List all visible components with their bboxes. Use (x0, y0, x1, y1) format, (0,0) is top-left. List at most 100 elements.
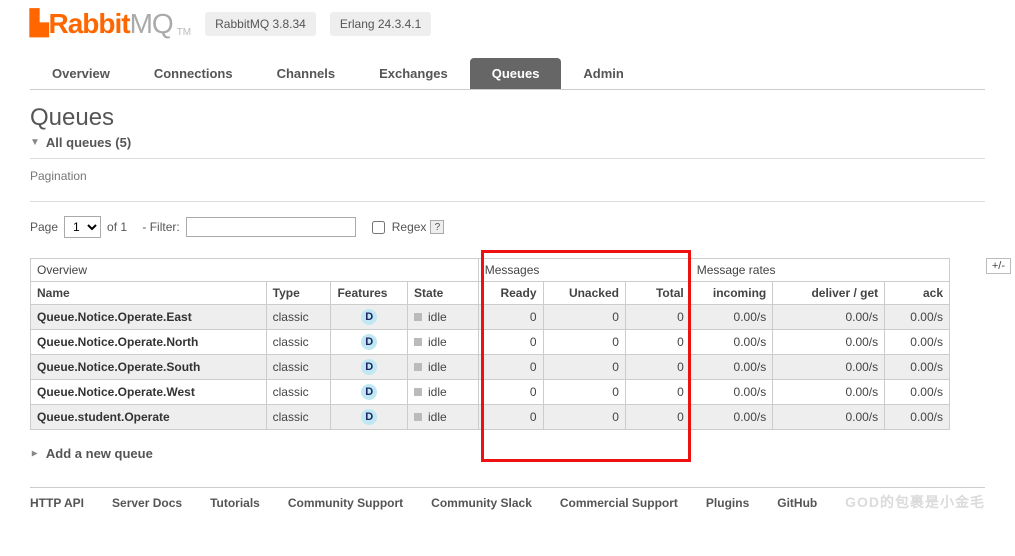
tab-exchanges[interactable]: Exchanges (357, 58, 470, 89)
logo-icon: ▙ (30, 9, 48, 38)
cell-features: D (331, 405, 408, 430)
trademark: TM (177, 27, 191, 38)
table-row: Queue.Notice.Operate.NorthclassicDidle00… (31, 330, 950, 355)
cell-unacked: 0 (543, 305, 625, 330)
cell-name: Queue.Notice.Operate.North (31, 330, 267, 355)
footer-tutorials[interactable]: Tutorials (210, 496, 260, 510)
col-type[interactable]: Type (266, 282, 331, 305)
cell-features: D (331, 380, 408, 405)
regex-checkbox[interactable] (372, 221, 385, 234)
cell-type: classic (266, 355, 331, 380)
logo-text: RabbitMQ (48, 8, 172, 40)
footer-http-api[interactable]: HTTP API (30, 496, 84, 510)
tab-channels[interactable]: Channels (255, 58, 358, 89)
pager-row: Page 1 of 1 - Filter: Regex ? (30, 202, 985, 258)
footer-server-docs[interactable]: Server Docs (112, 496, 182, 510)
cell-ready: 0 (478, 355, 543, 380)
cell-state: idle (408, 405, 479, 430)
table-row: Queue.Notice.Operate.SouthclassicDidle00… (31, 355, 950, 380)
cell-total: 0 (625, 305, 690, 330)
watermark: GOD的包裹是小金毛 (845, 492, 985, 512)
group-rates: Message rates (690, 259, 949, 282)
cell-type: classic (266, 305, 331, 330)
cell-ack: 0.00/s (885, 330, 950, 355)
regex-help-button[interactable]: ? (430, 220, 444, 234)
filter-input[interactable] (186, 217, 356, 237)
cell-unacked: 0 (543, 380, 625, 405)
pagination-label: Pagination (30, 159, 985, 202)
queue-link[interactable]: Queue.Notice.Operate.East (37, 310, 192, 324)
idle-icon (414, 338, 422, 346)
erlang-badge: Erlang 24.3.4.1 (330, 12, 431, 36)
logo[interactable]: ▙ RabbitMQ TM (30, 8, 191, 40)
footer-community-slack[interactable]: Community Slack (431, 496, 532, 510)
cell-unacked: 0 (543, 405, 625, 430)
cell-name: Queue.Notice.Operate.East (31, 305, 267, 330)
cell-ack: 0.00/s (885, 305, 950, 330)
footer-commercial-support[interactable]: Commercial Support (560, 496, 678, 510)
chevron-down-icon: ▼ (30, 137, 40, 148)
tab-queues[interactable]: Queues (470, 58, 562, 89)
cell-name: Queue.Notice.Operate.South (31, 355, 267, 380)
cell-ack: 0.00/s (885, 380, 950, 405)
cell-name: Queue.student.Operate (31, 405, 267, 430)
cell-deliver: 0.00/s (773, 405, 885, 430)
col-features[interactable]: Features (331, 282, 408, 305)
col-total[interactable]: Total (625, 282, 690, 305)
cell-incoming: 0.00/s (690, 405, 772, 430)
col-unacked[interactable]: Unacked (543, 282, 625, 305)
idle-icon (414, 363, 422, 371)
tab-overview[interactable]: Overview (30, 58, 132, 89)
durable-badge: D (361, 334, 377, 350)
cell-total: 0 (625, 355, 690, 380)
cell-state: idle (408, 305, 479, 330)
add-queue-label: Add a new queue (46, 446, 153, 461)
idle-icon (414, 388, 422, 396)
cell-type: classic (266, 330, 331, 355)
col-state[interactable]: State (408, 282, 479, 305)
add-queue-expander[interactable]: ▼ Add a new queue (30, 446, 985, 469)
cell-ready: 0 (478, 305, 543, 330)
queue-link[interactable]: Queue.student.Operate (37, 410, 170, 424)
group-messages: Messages (478, 259, 690, 282)
cell-incoming: 0.00/s (690, 305, 772, 330)
cell-ready: 0 (478, 405, 543, 430)
cell-features: D (331, 330, 408, 355)
cell-incoming: 0.00/s (690, 355, 772, 380)
col-ack[interactable]: ack (885, 282, 950, 305)
queue-table-wrap: +/- Overview Messages Message rates Name… (30, 258, 985, 430)
page-select[interactable]: 1 (64, 216, 101, 238)
footer-community-support[interactable]: Community Support (288, 496, 403, 510)
cell-total: 0 (625, 330, 690, 355)
cell-ready: 0 (478, 380, 543, 405)
col-ready[interactable]: Ready (478, 282, 543, 305)
queue-table: Overview Messages Message rates Name Typ… (30, 258, 950, 430)
tab-connections[interactable]: Connections (132, 58, 255, 89)
filter-label: - Filter: (142, 220, 179, 234)
tab-admin[interactable]: Admin (561, 58, 645, 89)
queue-link[interactable]: Queue.Notice.Operate.South (37, 360, 200, 374)
footer-plugins[interactable]: Plugins (706, 496, 749, 510)
durable-badge: D (361, 309, 377, 325)
cell-ack: 0.00/s (885, 405, 950, 430)
cell-name: Queue.Notice.Operate.West (31, 380, 267, 405)
col-name[interactable]: Name (31, 282, 267, 305)
all-queues-expander[interactable]: ▼ All queues (5) (30, 135, 985, 159)
col-deliver[interactable]: deliver / get (773, 282, 885, 305)
cols-toggle-button[interactable]: +/- (986, 258, 1011, 274)
table-row: Queue.Notice.Operate.EastclassicDidle000… (31, 305, 950, 330)
queue-link[interactable]: Queue.Notice.Operate.West (37, 385, 195, 399)
durable-badge: D (361, 409, 377, 425)
col-incoming[interactable]: incoming (690, 282, 772, 305)
cell-state: idle (408, 355, 479, 380)
cell-ready: 0 (478, 330, 543, 355)
cell-type: classic (266, 405, 331, 430)
chevron-right-icon: ▼ (29, 449, 40, 459)
group-overview: Overview (31, 259, 479, 282)
page-label: Page (30, 220, 58, 234)
cell-total: 0 (625, 380, 690, 405)
footer-github[interactable]: GitHub (777, 496, 817, 510)
page-of-label: of 1 (107, 220, 127, 234)
queue-link[interactable]: Queue.Notice.Operate.North (37, 335, 198, 349)
cell-state: idle (408, 380, 479, 405)
